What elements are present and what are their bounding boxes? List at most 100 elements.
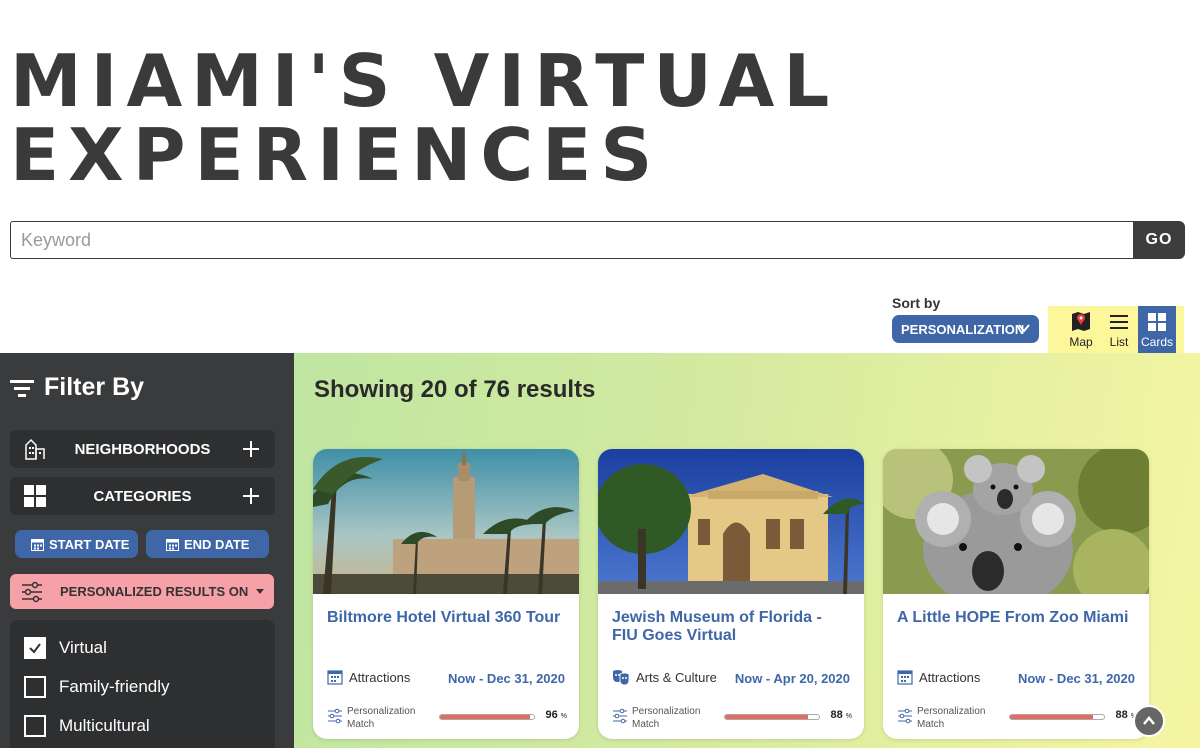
personalized-results-toggle[interactable]: PERSONALIZED RESULTS ON bbox=[10, 574, 274, 609]
grid-icon bbox=[1148, 313, 1166, 331]
calendar-icon bbox=[327, 670, 343, 685]
match-percent-value: 96 bbox=[545, 709, 558, 721]
card-date: Now - Dec 31, 2020 bbox=[447, 671, 565, 686]
card-date: Now - Dec 31, 2020 bbox=[1017, 671, 1135, 686]
card-category-label: Arts & Culture bbox=[636, 669, 717, 685]
sliders-icon bbox=[613, 708, 627, 724]
match-progress-fill bbox=[440, 715, 531, 719]
match-label-line-2: Match bbox=[917, 719, 945, 730]
keyword-search-input[interactable] bbox=[10, 221, 1133, 259]
card-category-label: Attractions bbox=[919, 669, 981, 685]
map-icon bbox=[1072, 312, 1090, 331]
card-image-biltmore bbox=[313, 449, 579, 594]
personalization-match: Personalization Match 88 % bbox=[897, 705, 1137, 731]
match-label-line-2: Match bbox=[632, 719, 660, 730]
match-percent: 96 % bbox=[545, 709, 567, 721]
sliders-icon bbox=[898, 708, 912, 724]
match-progress-fill bbox=[1010, 715, 1093, 719]
chevron-down-icon bbox=[1018, 324, 1030, 333]
start-date-label: START DATE bbox=[49, 536, 130, 552]
match-label-line-2: Match bbox=[347, 719, 375, 730]
view-toggle: Map List Cards bbox=[1048, 306, 1184, 354]
results-count: Showing 20 of 76 results bbox=[314, 376, 596, 403]
plus-icon bbox=[243, 441, 259, 457]
view-list-button[interactable]: List bbox=[1100, 306, 1138, 354]
checkbox-label: Family-friendly bbox=[59, 677, 170, 696]
filter-sidebar: Filter By NEIGHBORHOODS CATEGORIES START… bbox=[0, 353, 294, 748]
tag-checkbox-list: Virtual Family-friendly Multicultural bbox=[10, 620, 275, 748]
card-image-jewish-museum bbox=[598, 449, 864, 594]
card-title[interactable]: Jewish Museum of Florida - FIU Goes Virt… bbox=[612, 609, 852, 645]
match-percent-value: 88 bbox=[1115, 709, 1128, 721]
sliders-icon bbox=[328, 708, 342, 724]
filter-icon bbox=[10, 379, 34, 397]
caret-down-icon bbox=[256, 589, 264, 594]
match-label: Personalization Match bbox=[917, 705, 985, 731]
personalized-results-label: PERSONALIZED RESULTS ON bbox=[60, 584, 249, 599]
match-percent-value: 88 bbox=[830, 709, 843, 721]
card-image-koala bbox=[883, 449, 1149, 594]
sort-selected-value: PERSONALIZATION bbox=[901, 321, 1025, 337]
checkbox-unchecked-icon[interactable] bbox=[24, 715, 46, 737]
event-card[interactable]: Biltmore Hotel Virtual 360 Tour Attracti… bbox=[313, 449, 579, 739]
search-bar: GO bbox=[10, 221, 1185, 259]
start-date-button[interactable]: START DATE bbox=[15, 530, 138, 558]
checkbox-virtual[interactable]: Virtual bbox=[24, 637, 107, 659]
end-date-label: END DATE bbox=[184, 536, 250, 552]
check-icon bbox=[29, 643, 41, 654]
card-category-label: Attractions bbox=[349, 669, 411, 685]
match-progress-bar bbox=[1009, 714, 1105, 720]
filter-heading: Filter By bbox=[10, 373, 144, 402]
card-title[interactable]: Biltmore Hotel Virtual 360 Tour bbox=[327, 609, 567, 627]
match-label-line-1: Personalization bbox=[917, 706, 986, 717]
categories-label: CATEGORIES bbox=[93, 487, 192, 505]
scroll-to-top-button[interactable] bbox=[1133, 705, 1165, 737]
match-label-line-1: Personalization bbox=[632, 706, 701, 717]
categories-accordion[interactable]: CATEGORIES bbox=[10, 477, 275, 515]
match-label: Personalization Match bbox=[632, 705, 700, 731]
theater-masks-icon bbox=[613, 670, 630, 685]
event-card[interactable]: A Little HOPE From Zoo Miami Attractions… bbox=[883, 449, 1149, 739]
page-title-line-2: EXPERIENCES bbox=[10, 113, 662, 197]
card-date: Now - Apr 20, 2020 bbox=[734, 671, 850, 686]
card-category: Attractions bbox=[327, 669, 410, 685]
match-progress-bar bbox=[439, 714, 535, 720]
card-category: Attractions bbox=[897, 669, 980, 685]
sort-by-label: Sort by bbox=[892, 295, 941, 311]
checkbox-label: Virtual bbox=[59, 638, 107, 657]
match-progress-fill bbox=[725, 715, 808, 719]
plus-icon bbox=[243, 488, 259, 504]
card-title[interactable]: A Little HOPE From Zoo Miami bbox=[897, 609, 1137, 627]
event-card[interactable]: Jewish Museum of Florida - FIU Goes Virt… bbox=[598, 449, 864, 739]
view-map-button[interactable]: Map bbox=[1062, 306, 1100, 354]
page-title-line-1: MIAMI'S VIRTUAL bbox=[10, 39, 839, 123]
personalization-match: Personalization Match 96 % bbox=[327, 705, 567, 731]
view-cards-button[interactable]: Cards bbox=[1138, 306, 1176, 354]
go-button[interactable]: GO bbox=[1133, 221, 1185, 259]
checkbox-multicultural[interactable]: Multicultural bbox=[24, 715, 150, 737]
match-percent: 88 % bbox=[830, 709, 852, 721]
match-progress-bar bbox=[724, 714, 820, 720]
neighborhoods-label: NEIGHBORHOODS bbox=[74, 440, 211, 458]
view-map-label: Map bbox=[1069, 335, 1093, 349]
sort-select[interactable]: PERSONALIZATION bbox=[892, 315, 1039, 343]
checkbox-unchecked-icon[interactable] bbox=[24, 676, 46, 698]
view-list-label: List bbox=[1109, 335, 1129, 349]
calendar-icon bbox=[897, 670, 913, 685]
checkbox-checked-icon[interactable] bbox=[24, 637, 46, 659]
personalization-match: Personalization Match 88 % bbox=[612, 705, 852, 731]
calendar-icon bbox=[166, 538, 179, 551]
chevron-up-icon bbox=[1143, 716, 1155, 725]
match-label: Personalization Match bbox=[347, 705, 415, 731]
neighborhoods-accordion[interactable]: NEIGHBORHOODS bbox=[10, 430, 275, 468]
calendar-icon bbox=[31, 538, 44, 551]
end-date-button[interactable]: END DATE bbox=[146, 530, 269, 558]
match-label-line-1: Personalization bbox=[347, 706, 416, 717]
page-title: MIAMI'S VIRTUAL EXPERIENCES bbox=[10, 44, 838, 192]
card-category: Arts & Culture bbox=[612, 669, 717, 685]
view-cards-label: Cards bbox=[1140, 335, 1173, 349]
checkbox-family-friendly[interactable]: Family-friendly bbox=[24, 676, 170, 698]
list-icon bbox=[1110, 315, 1128, 329]
results-panel: Showing 20 of 76 results Biltmore Hotel … bbox=[294, 353, 1200, 748]
sliders-icon bbox=[22, 581, 42, 603]
